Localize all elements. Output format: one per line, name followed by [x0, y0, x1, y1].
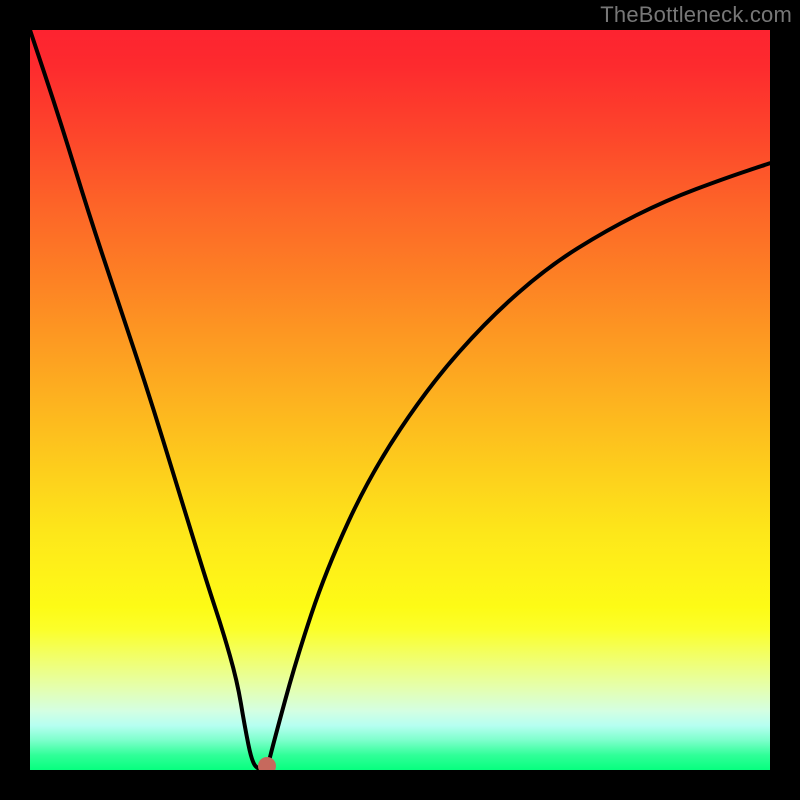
- minimum-marker: [258, 757, 276, 770]
- chart-frame: TheBottleneck.com: [0, 0, 800, 800]
- watermark-text: TheBottleneck.com: [600, 2, 792, 28]
- plot-area: [30, 30, 770, 770]
- bottleneck-curve: [30, 30, 770, 770]
- curve-layer: [30, 30, 770, 770]
